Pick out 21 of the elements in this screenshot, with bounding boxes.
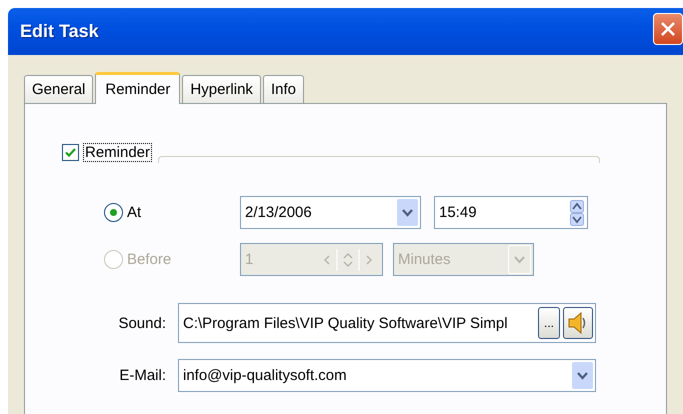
tab[interactable]: Hyperlink xyxy=(182,75,261,103)
tab[interactable]: Reminder xyxy=(95,72,180,104)
before-label: Before xyxy=(127,251,172,268)
reminder-checkbox[interactable] xyxy=(62,144,79,161)
email-label: E-Mail: xyxy=(118,367,166,384)
sound-field[interactable]: C:\Program Files\VIP Quality Software\VIP Simpl ... xyxy=(178,303,596,343)
at-radio[interactable] xyxy=(104,203,123,222)
email-dropdown[interactable]: info@vip-qualitysoft.com xyxy=(178,359,596,392)
tab[interactable]: General xyxy=(24,75,94,103)
spin-arrows-icon xyxy=(570,200,584,226)
tab[interactable]: Info xyxy=(262,75,304,103)
close-icon xyxy=(660,20,676,36)
sound-label: Sound: xyxy=(117,314,166,332)
close-button[interactable] xyxy=(653,12,683,44)
at-label: At xyxy=(127,204,142,221)
reminder-label: Reminder xyxy=(83,143,152,162)
play-sound-button[interactable] xyxy=(563,307,593,339)
date-dropdown[interactable]: 2/13/2006 xyxy=(240,196,421,229)
window-title: Edit Task xyxy=(20,21,99,42)
time-spinner[interactable]: 15:49 xyxy=(434,196,588,229)
browse-button[interactable]: ... xyxy=(538,307,560,339)
